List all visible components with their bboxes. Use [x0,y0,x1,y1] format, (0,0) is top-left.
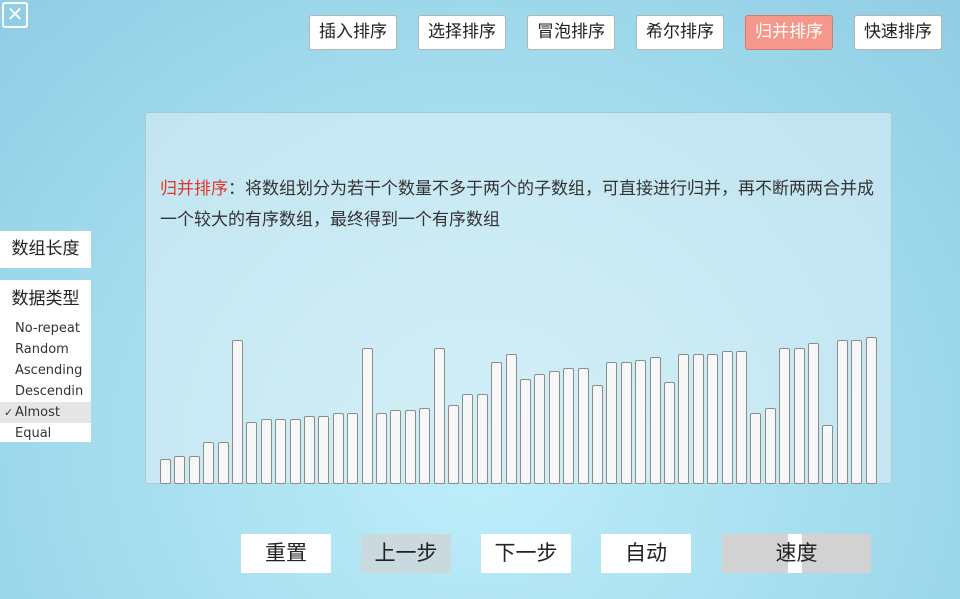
array-bar [174,456,186,484]
array-bar [376,413,387,484]
array-bar [836,340,848,484]
type-option-descending[interactable]: Descendin [0,381,91,402]
type-option-label: Ascending [15,363,83,378]
array-bar [520,379,531,484]
auto-button[interactable]: 自动 [601,534,691,573]
array-bar [476,394,488,484]
type-option-almost[interactable]: ✓ Almost [0,402,91,423]
array-bar [635,360,647,484]
array-bar [275,419,287,484]
array-bar [361,348,373,484]
array-bar [160,459,171,484]
array-bar [347,413,359,484]
type-option-label: No-repeat [15,321,80,336]
speed-slider[interactable]: 速度 [722,534,871,573]
array-bar [620,362,632,484]
type-option-label: Descendin [15,384,84,399]
array-bar [764,408,776,484]
tab-insertion-sort[interactable]: 插入排序 [309,15,397,50]
array-bar [736,351,747,484]
array-bar [865,337,877,484]
array-bar [232,340,243,484]
array-bar [592,385,603,484]
array-bar [707,354,719,484]
type-option-label: Random [15,342,69,357]
array-bar [534,374,546,484]
array-bar [491,362,503,484]
type-option-label: Almost [15,405,60,420]
array-bar [851,340,863,484]
type-option-random[interactable]: Random [0,339,91,360]
close-button[interactable]: ✕ [2,2,28,28]
array-bar [246,422,258,484]
array-bar [779,348,791,484]
array-bar [203,442,215,484]
array-bar [649,357,661,484]
array-bar [289,419,301,484]
array-bar [404,410,416,484]
type-option-equal[interactable]: Equal [0,423,91,444]
visualization-panel: 归并排序：将数组划分为若干个数量不多于两个的子数组，可直接进行归并，再不断两两合… [145,112,892,484]
array-length-button[interactable]: 数组长度 [0,231,91,268]
array-bar [577,368,589,484]
prev-step-button[interactable]: 上一步 [361,534,451,573]
type-option-no-repeat[interactable]: No-repeat [0,318,91,339]
array-bar [217,442,229,484]
data-type-panel: 数据类型 No-repeat Random Ascending Descendi… [0,280,91,442]
array-bar [390,410,402,484]
check-icon: ✓ [4,406,14,419]
array-bar [822,425,834,484]
close-icon: ✕ [6,2,24,26]
tab-bubble-sort[interactable]: 冒泡排序 [527,15,615,50]
array-bar [304,416,315,484]
array-bar [433,348,445,484]
array-bar [692,354,704,484]
array-bar [563,368,575,484]
array-bar [448,405,459,484]
tab-merge-sort[interactable]: 归并排序 [745,15,833,50]
array-bar [188,456,200,484]
tab-quick-sort[interactable]: 快速排序 [854,15,942,50]
array-bar [808,343,819,484]
tab-shell-sort[interactable]: 希尔排序 [636,15,724,50]
array-bar [548,371,560,484]
type-option-ascending[interactable]: Ascending [0,360,91,381]
array-bar [462,394,474,484]
next-step-button[interactable]: 下一步 [481,534,571,573]
array-bar [606,362,618,484]
type-option-label: Equal [15,426,52,441]
array-bar [505,354,517,484]
array-bar [332,413,344,484]
array-bar [419,408,431,484]
array-bar [678,354,690,484]
array-bar [260,419,272,484]
speed-label: 速度 [775,541,818,565]
data-type-title: 数据类型 [11,289,80,309]
array-bar [721,351,733,484]
reset-button[interactable]: 重置 [241,534,331,573]
array-bar [664,382,675,484]
array-bar [750,413,762,484]
array-bar [793,348,805,484]
tab-selection-sort[interactable]: 选择排序 [418,15,506,50]
array-bar [318,416,330,484]
array-bars [146,113,893,485]
